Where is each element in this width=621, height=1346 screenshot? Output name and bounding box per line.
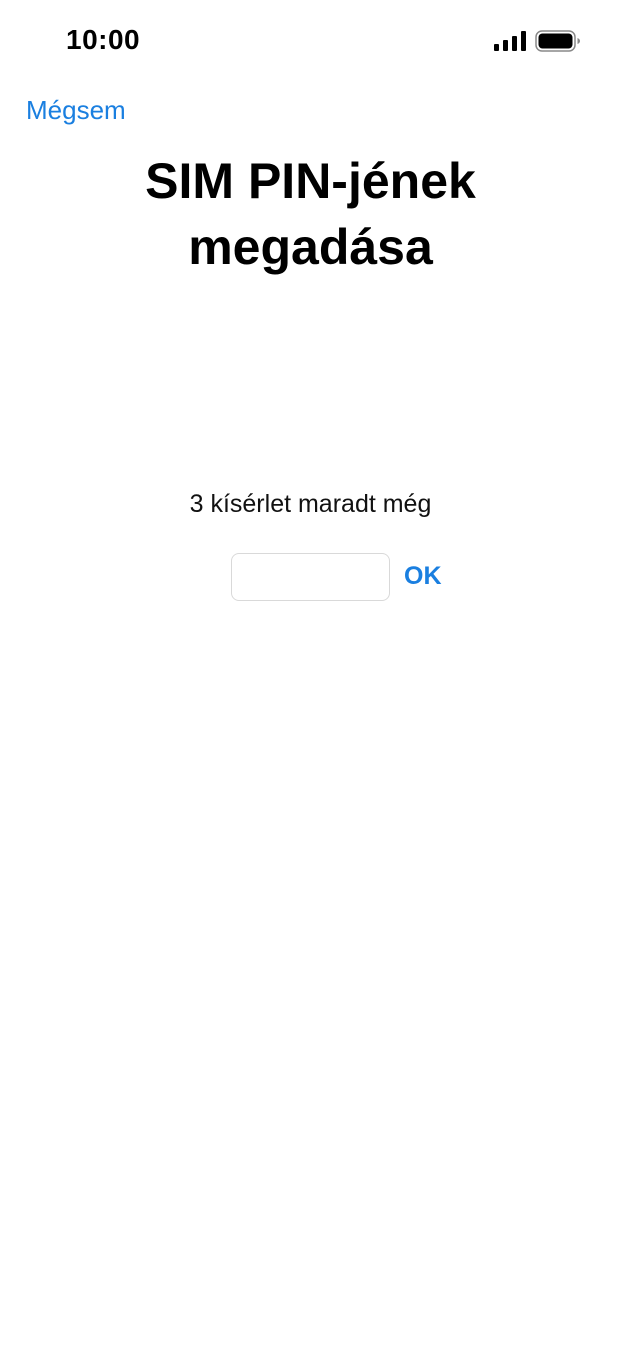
cellular-signal-icon [494, 31, 526, 51]
cancel-button[interactable]: Mégsem [26, 95, 126, 126]
battery-icon [535, 30, 580, 52]
status-bar: 10:00 [0, 0, 621, 84]
attempts-remaining-text: 3 kísérlet maradt még [189, 490, 432, 518]
page-title: SIM PIN-jének megadása [145, 153, 476, 275]
sim-pin-input[interactable] [231, 553, 390, 601]
ok-button[interactable]: OK [404, 562, 442, 591]
status-time: 10:00 [66, 24, 141, 55]
